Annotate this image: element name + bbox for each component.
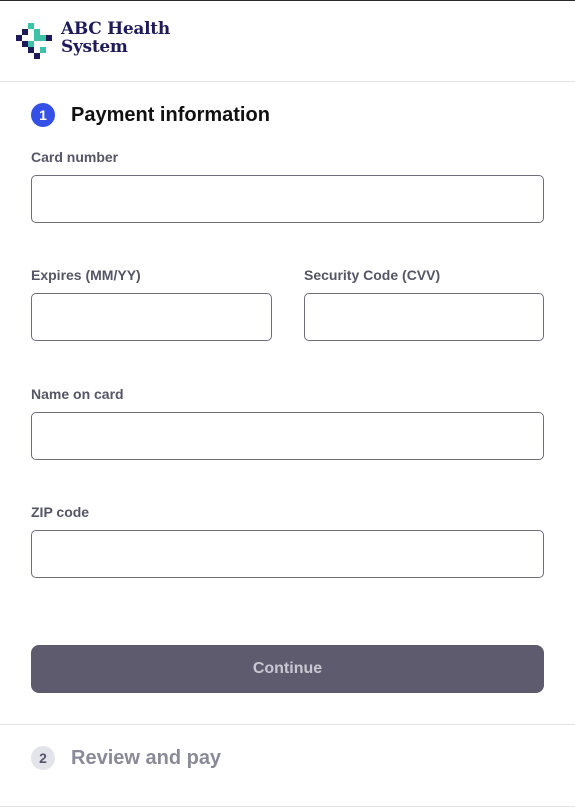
cvv-input[interactable]: [304, 293, 544, 341]
payment-information-heading: Payment information: [71, 104, 270, 126]
review-and-pay-heading: Review and pay: [71, 747, 222, 769]
abc-health-logo-icon: [16, 23, 52, 59]
continue-button[interactable]: Continue: [31, 645, 544, 693]
expires-label: Expires (MM/YY): [31, 267, 141, 283]
cvv-label: Security Code (CVV): [304, 267, 441, 283]
site-header: ABC Health System: [0, 1, 575, 82]
brand-logo-text: ABC Health System: [61, 20, 170, 56]
card-number-input[interactable]: [31, 175, 544, 223]
name-on-card-label: Name on card: [31, 386, 124, 402]
name-on-card-input[interactable]: [31, 412, 544, 460]
card-number-label: Card number: [31, 149, 119, 165]
step-1-badge: 1: [31, 103, 55, 127]
section-divider: [0, 724, 575, 725]
brand-name-line1: ABC Health: [61, 19, 170, 39]
zip-code-input[interactable]: [31, 530, 544, 578]
expires-input[interactable]: [31, 293, 272, 341]
step-2-badge: 2: [31, 746, 55, 770]
zip-code-label: ZIP code: [31, 504, 90, 520]
brand-name-line2: System: [61, 37, 128, 57]
